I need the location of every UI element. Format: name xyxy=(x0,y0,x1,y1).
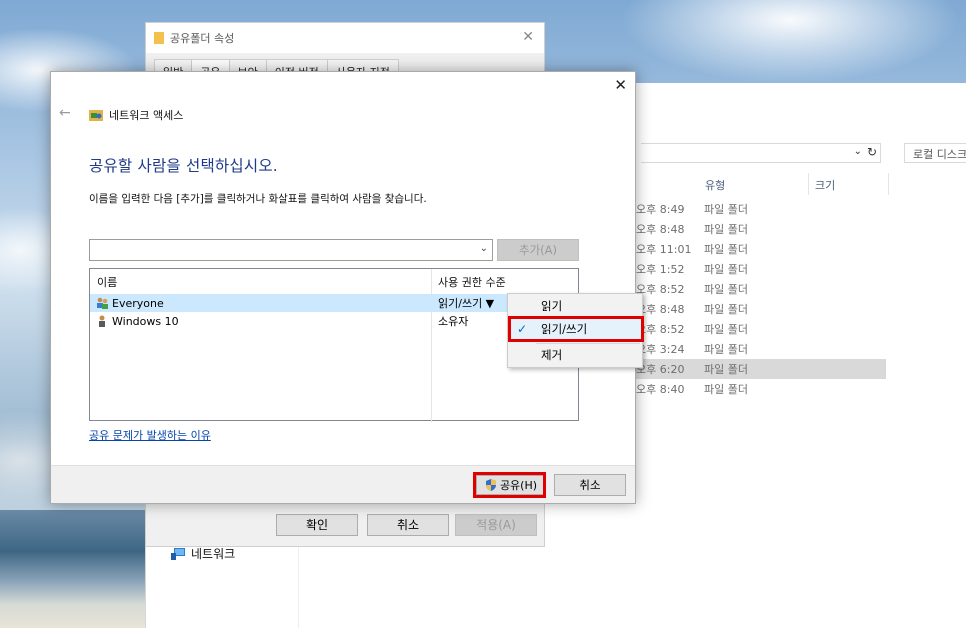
row-time: 오후 6:20 xyxy=(636,363,685,376)
table-row[interactable]: 오후 6:20 파일 폴더 xyxy=(636,359,886,379)
row-type: 파일 폴더 xyxy=(704,203,748,216)
search-input[interactable]: 로컬 디스크 xyxy=(904,143,966,163)
column-header-name[interactable]: 이름 xyxy=(90,269,124,292)
table-row[interactable]: 오후 8:48 파일 폴더 xyxy=(636,219,886,239)
help-link[interactable]: 공유 문제가 발생하는 이유 xyxy=(89,427,211,443)
row-type: 파일 폴더 xyxy=(704,363,748,376)
apply-button[interactable]: 적용(A) xyxy=(455,514,537,536)
menu-item-label: 읽기 xyxy=(541,299,563,313)
folder-icon xyxy=(154,32,164,44)
row-type: 파일 폴더 xyxy=(704,263,748,276)
row-type: 파일 폴더 xyxy=(704,223,748,236)
table-row[interactable]: 오후 11:01 파일 폴더 xyxy=(636,239,886,259)
column-header-permission[interactable]: 사용 권한 수준 xyxy=(431,269,513,292)
entry-name-label: Everyone xyxy=(112,296,164,310)
user-permission-list: 이름 사용 권한 수준 Everyone 읽기/쓰기 ▼ Windows 10 … xyxy=(89,268,579,422)
back-arrow-icon[interactable]: ← xyxy=(59,105,71,121)
nav-item-label: 네트워크 xyxy=(191,547,236,561)
row-time: 오후 8:48 xyxy=(636,303,685,316)
add-button[interactable]: 추가(A) xyxy=(497,239,579,261)
table-row[interactable]: 오후 8:48 파일 폴더 xyxy=(636,299,886,319)
table-row[interactable]: 오후 8:49 파일 폴더 xyxy=(636,199,886,219)
user-name-combobox[interactable]: ⌄ xyxy=(89,239,493,261)
user-icon xyxy=(99,315,105,327)
ok-button[interactable]: 확인 xyxy=(276,514,358,536)
row-type: 파일 폴더 xyxy=(704,383,748,396)
properties-title: 공유폴더 속성 xyxy=(170,32,235,45)
row-time: 오후 8:49 xyxy=(636,203,685,216)
row-type: 파일 폴더 xyxy=(704,323,748,336)
row-time: 오후 11:01 xyxy=(636,243,692,256)
entry-name: Everyone xyxy=(96,297,164,310)
refresh-icon[interactable]: ↻ xyxy=(867,145,877,159)
menu-item-read[interactable]: 읽기 xyxy=(508,295,642,317)
group-user-icon xyxy=(97,297,108,309)
close-icon[interactable]: ✕ xyxy=(522,29,534,45)
list-item[interactable]: Everyone 읽기/쓰기 ▼ xyxy=(90,294,578,312)
dialog-footer: 공유(H) 취소 xyxy=(51,465,635,503)
table-row[interactable]: 오후 8:40 파일 폴더 xyxy=(636,379,886,399)
page-title: 공유할 사람을 선택하십시오. xyxy=(89,157,278,175)
desktop-sea xyxy=(0,510,160,628)
permission-dropdown[interactable]: 읽기/쓰기 ▼ xyxy=(438,295,494,311)
row-time: 오후 8:52 xyxy=(636,323,685,336)
close-icon[interactable]: ✕ xyxy=(614,76,627,94)
list-header: 이름 사용 권한 수준 xyxy=(90,269,578,292)
menu-item-label: 제거 xyxy=(541,348,563,362)
table-row[interactable]: 오후 3:24 파일 폴더 xyxy=(636,339,886,359)
row-time: 오후 3:24 xyxy=(636,343,685,356)
row-type: 파일 폴더 xyxy=(704,303,748,316)
cancel-button[interactable]: 취소 xyxy=(367,514,449,536)
entry-name-label: Windows 10 xyxy=(112,314,179,328)
read-write-highlight-box xyxy=(508,316,644,342)
chevron-down-icon[interactable]: ⌄ xyxy=(480,243,488,254)
row-time: 오후 8:40 xyxy=(636,383,685,396)
properties-titlebar: 공유폴더 속성 xyxy=(146,23,544,53)
row-time: 오후 1:52 xyxy=(636,263,685,276)
row-time: 오후 8:48 xyxy=(636,223,685,236)
row-time: 오후 8:52 xyxy=(636,283,685,296)
instruction-text: 이름을 입력한 다음 [추가]를 클릭하거나 화살표를 클릭하여 사람을 찾습니… xyxy=(89,193,427,205)
row-type: 파일 폴더 xyxy=(704,283,748,296)
column-header-size[interactable]: 크기 xyxy=(809,173,889,195)
entry-name: Windows 10 xyxy=(96,315,179,328)
menu-item-remove[interactable]: 제거 xyxy=(508,344,642,366)
permission-value: 소유자 xyxy=(438,315,469,328)
address-bar[interactable]: ⌄ ↻ xyxy=(641,143,881,163)
dialog-header: 네트워크 액세스 xyxy=(89,107,183,123)
column-divider xyxy=(431,269,432,422)
share-highlight-box xyxy=(473,472,546,498)
dialog-header-title: 네트워크 액세스 xyxy=(109,109,184,122)
network-icon xyxy=(171,547,185,560)
table-row[interactable]: 오후 8:52 파일 폴더 xyxy=(636,319,886,339)
row-type: 파일 폴더 xyxy=(704,243,748,256)
cancel-button[interactable]: 취소 xyxy=(554,474,626,496)
row-type: 파일 폴더 xyxy=(704,343,748,356)
list-item[interactable]: Windows 10 소유자 xyxy=(90,312,578,330)
table-row[interactable]: 오후 1:52 파일 폴더 xyxy=(636,259,886,279)
network-access-dialog: ✕ ← 네트워크 액세스 공유할 사람을 선택하십시오. 이름을 입력한 다음 … xyxy=(50,71,636,504)
table-row[interactable]: 오후 8:52 파일 폴더 xyxy=(636,279,886,299)
chevron-down-icon[interactable]: ⌄ xyxy=(854,146,862,157)
network-share-icon xyxy=(89,110,103,121)
nav-item-network[interactable]: 네트워크 xyxy=(170,545,235,562)
permission-menu: 읽기 ✓ 읽기/쓰기 제거 xyxy=(507,293,644,368)
file-list: 오후 8:49 파일 폴더 오후 8:48 파일 폴더 오후 11:01 파일 폴더 … xyxy=(636,199,886,399)
column-header-type[interactable]: 유형 xyxy=(699,173,809,195)
